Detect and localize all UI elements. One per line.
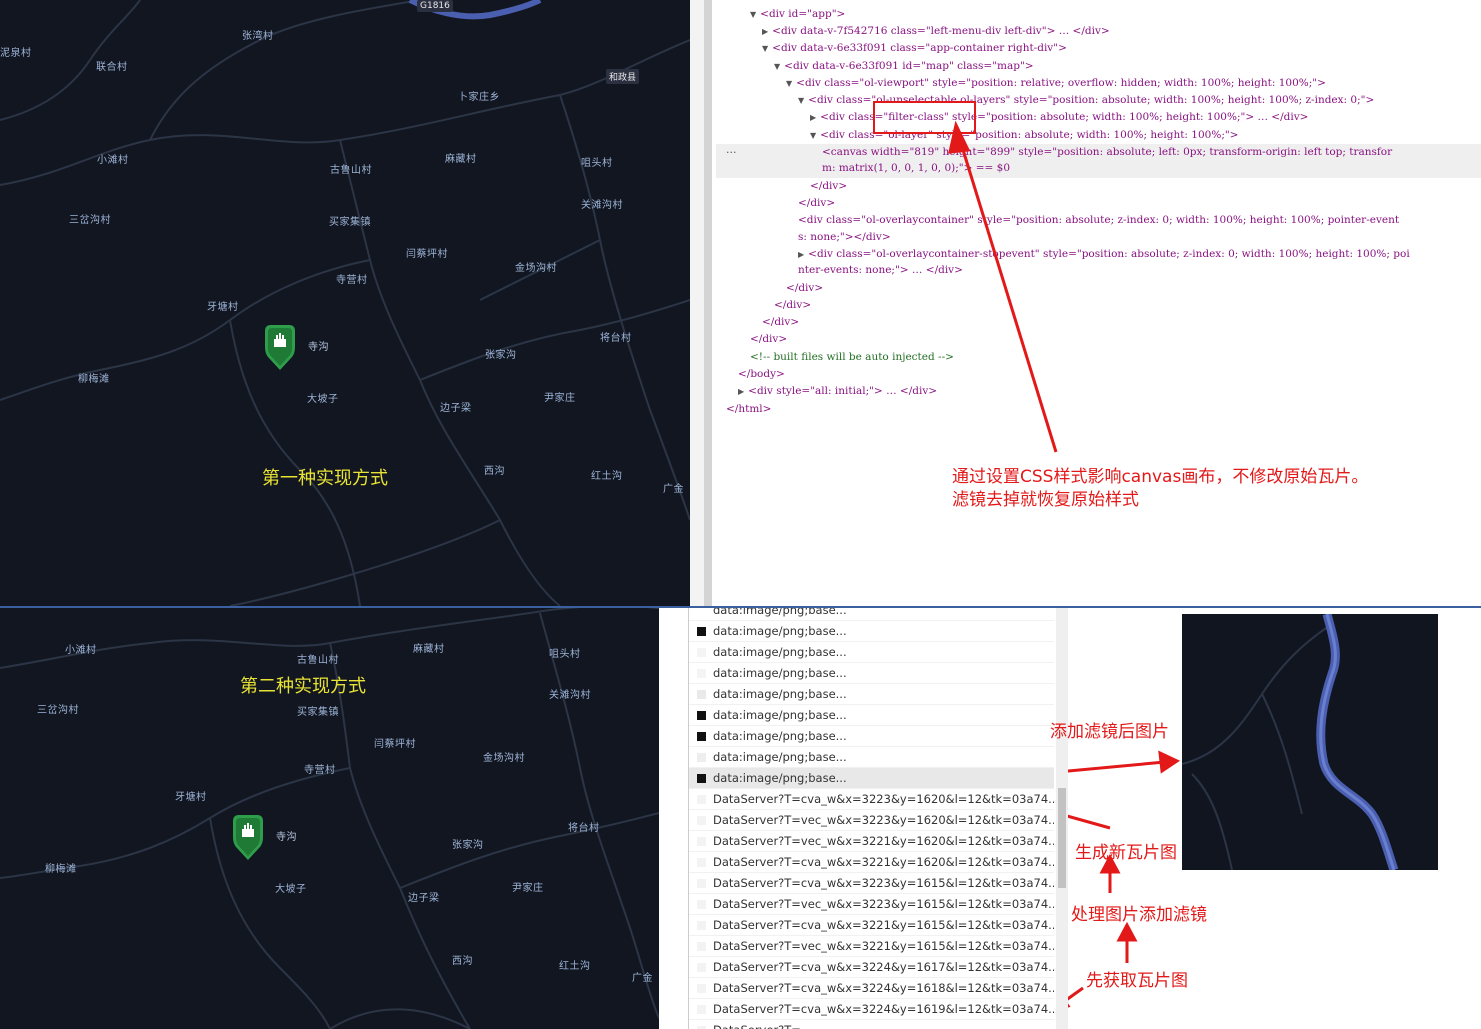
place-label: 尹家庄 <box>512 883 544 894</box>
temple-marker-icon[interactable] <box>233 815 263 861</box>
request-name: data:image/png;base... <box>713 624 847 638</box>
place-label: 三岔沟村 <box>37 705 79 716</box>
place-label: 寺沟 <box>276 832 297 843</box>
filtered-tile-preview <box>1182 614 1438 870</box>
network-request-list[interactable]: data:image/png;base... data:image/png;bas… <box>688 608 1068 1029</box>
request-name: data:image/png;base... <box>713 608 847 617</box>
request-name: DataServer?T=vec_w&x=3221&y=1615&l=12&tk… <box>713 939 1054 953</box>
place-label: 西沟 <box>452 956 473 967</box>
network-request-row[interactable]: data:image/png;base... <box>689 684 1054 705</box>
request-name: DataServer?T=... <box>713 1020 812 1029</box>
image-resource-icon <box>697 690 706 699</box>
network-request-row[interactable]: DataServer?T=cva_w&x=3223&y=1615&l=12&tk… <box>689 873 1054 894</box>
network-request-row[interactable]: DataServer?T=cva_w&x=3224&y=1617&l=12&tk… <box>689 957 1054 978</box>
network-request-row[interactable]: data:image/png;base... <box>689 726 1054 747</box>
annotation-fetch: 先获取瓦片图 <box>1086 971 1188 991</box>
place-label: 买家集镇 <box>297 707 339 718</box>
network-request-row[interactable]: DataServer?T=cva_w&x=3224&y=1618&l=12&tk… <box>689 978 1054 999</box>
request-name: data:image/png;base... <box>713 750 847 764</box>
network-request-row[interactable]: data:image/png;base... <box>689 642 1054 663</box>
place-label: 金场沟村 <box>483 753 525 764</box>
tile-image <box>1182 614 1399 870</box>
place-label: 边子梁 <box>408 893 440 904</box>
image-resource-icon <box>697 900 706 909</box>
image-resource-icon <box>697 1005 706 1014</box>
place-label: 红土沟 <box>559 961 591 972</box>
devtools-annotation: 通过设置CSS样式影响canvas画布，不修改原始瓦片。 滤镜去掉就恢复原始样式 <box>952 466 1368 512</box>
network-request-row[interactable]: DataServer?T=vec_w&x=3223&y=1620&l=12&tk… <box>689 810 1054 831</box>
image-resource-icon <box>697 669 706 678</box>
image-resource-icon <box>697 732 706 741</box>
place-label: 牙塘村 <box>175 792 207 803</box>
image-resource-icon <box>697 627 706 636</box>
place-label: 将台村 <box>568 823 600 834</box>
place-label: 大坡子 <box>275 884 307 895</box>
request-name: DataServer?T=cva_w&x=3224&y=1618&l=12&tk… <box>713 981 1054 995</box>
image-resource-icon <box>697 963 706 972</box>
place-label: 咀头村 <box>549 649 581 660</box>
image-resource-icon <box>697 774 706 783</box>
place-label: 寺营村 <box>304 765 336 776</box>
annotation-process: 处理图片添加滤镜 <box>1071 905 1207 925</box>
network-request-row[interactable]: data:image/png;base... <box>689 608 1054 621</box>
image-resource-icon <box>697 648 706 657</box>
request-name: DataServer?T=cva_w&x=3224&y=1617&l=12&tk… <box>713 960 1054 974</box>
place-label: 闫蔡坪村 <box>374 739 416 750</box>
place-label: 张家沟 <box>452 840 484 851</box>
image-resource-icon <box>697 837 706 846</box>
request-name: DataServer?T=cva_w&x=3224&y=1619&l=12&tk… <box>713 1002 1054 1016</box>
request-name: data:image/png;base... <box>713 708 847 722</box>
map-view-second[interactable]: 小滩村 古鲁山村 麻藏村 咀头村 三岔沟村 买家集镇 关滩沟村 闫蔡坪村 金场沟… <box>0 608 659 1029</box>
network-request-row[interactable]: DataServer?T=vec_w&x=3223&y=1615&l=12&tk… <box>689 894 1054 915</box>
request-name: data:image/png;base... <box>713 687 847 701</box>
annotation-new-tile: 生成新瓦片图 <box>1075 843 1177 863</box>
image-resource-icon <box>697 879 706 888</box>
image-resource-icon <box>697 984 706 993</box>
place-label: 广金 <box>632 973 653 984</box>
place-label: 柳梅滩 <box>45 864 77 875</box>
place-label: 古鲁山村 <box>297 655 339 666</box>
image-resource-icon <box>697 858 706 867</box>
request-name: DataServer?T=cva_w&x=3221&y=1615&l=12&tk… <box>713 918 1054 932</box>
image-resource-icon <box>697 711 706 720</box>
network-request-row[interactable]: data:image/png;base... <box>689 663 1054 684</box>
place-label: 关滩沟村 <box>549 690 591 701</box>
network-request-row[interactable]: DataServer?T=vec_w&x=3221&y=1615&l=12&tk… <box>689 936 1054 957</box>
place-label: 小滩村 <box>65 645 97 656</box>
request-name: data:image/png;base... <box>713 666 847 680</box>
network-request-row[interactable]: DataServer?T=vec_w&x=3221&y=1620&l=12&tk… <box>689 831 1054 852</box>
request-name: data:image/png;base... <box>713 645 847 659</box>
request-name: DataServer?T=cva_w&x=3221&y=1620&l=12&tk… <box>713 855 1054 869</box>
request-name: data:image/png;base... <box>713 729 847 743</box>
network-request-row[interactable]: DataServer?T=cva_w&x=3223&y=1620&l=12&tk… <box>689 789 1054 810</box>
request-name: DataServer?T=cva_w&x=3223&y=1620&l=12&tk… <box>713 792 1054 806</box>
network-request-row[interactable]: DataServer?T=cva_w&x=3221&y=1620&l=12&tk… <box>689 852 1054 873</box>
image-resource-icon <box>697 816 706 825</box>
network-request-row[interactable]: data:image/png;base... <box>689 705 1054 726</box>
network-request-row[interactable]: data:image/png;base... <box>689 768 1054 789</box>
network-request-row[interactable]: DataServer?T=cva_w&x=3221&y=1615&l=12&tk… <box>689 915 1054 936</box>
image-resource-icon <box>697 942 706 951</box>
image-resource-icon <box>697 753 706 762</box>
request-name: DataServer?T=vec_w&x=3221&y=1620&l=12&tk… <box>713 834 1054 848</box>
map2-title: 第二种实现方式 <box>240 676 366 697</box>
request-name: data:image/png;base... <box>713 771 847 785</box>
annotation-filtered-tile: 添加滤镜后图片 <box>1050 722 1169 742</box>
place-label: 麻藏村 <box>413 644 445 655</box>
image-resource-icon <box>697 608 706 615</box>
request-name: DataServer?T=cva_w&x=3223&y=1615&l=12&tk… <box>713 876 1054 890</box>
annotation-line-1: 通过设置CSS样式影响canvas画布，不修改原始瓦片。 <box>952 467 1369 487</box>
image-resource-icon <box>697 795 706 804</box>
network-request-row[interactable]: DataServer?T=cva_w&x=3224&y=1619&l=12&tk… <box>689 999 1054 1020</box>
image-resource-icon <box>697 921 706 930</box>
request-name: DataServer?T=vec_w&x=3223&y=1615&l=12&tk… <box>713 897 1054 911</box>
network-request-row[interactable]: data:image/png;base... <box>689 621 1054 642</box>
network-scroll-thumb[interactable] <box>1058 788 1066 888</box>
request-name: DataServer?T=vec_w&x=3223&y=1620&l=12&tk… <box>713 813 1054 827</box>
annotation-line-2: 滤镜去掉就恢复原始样式 <box>952 490 1139 510</box>
network-request-row[interactable]: data:image/png;base... <box>689 747 1054 768</box>
network-request-row[interactable]: DataServer?T=... <box>689 1020 1054 1029</box>
